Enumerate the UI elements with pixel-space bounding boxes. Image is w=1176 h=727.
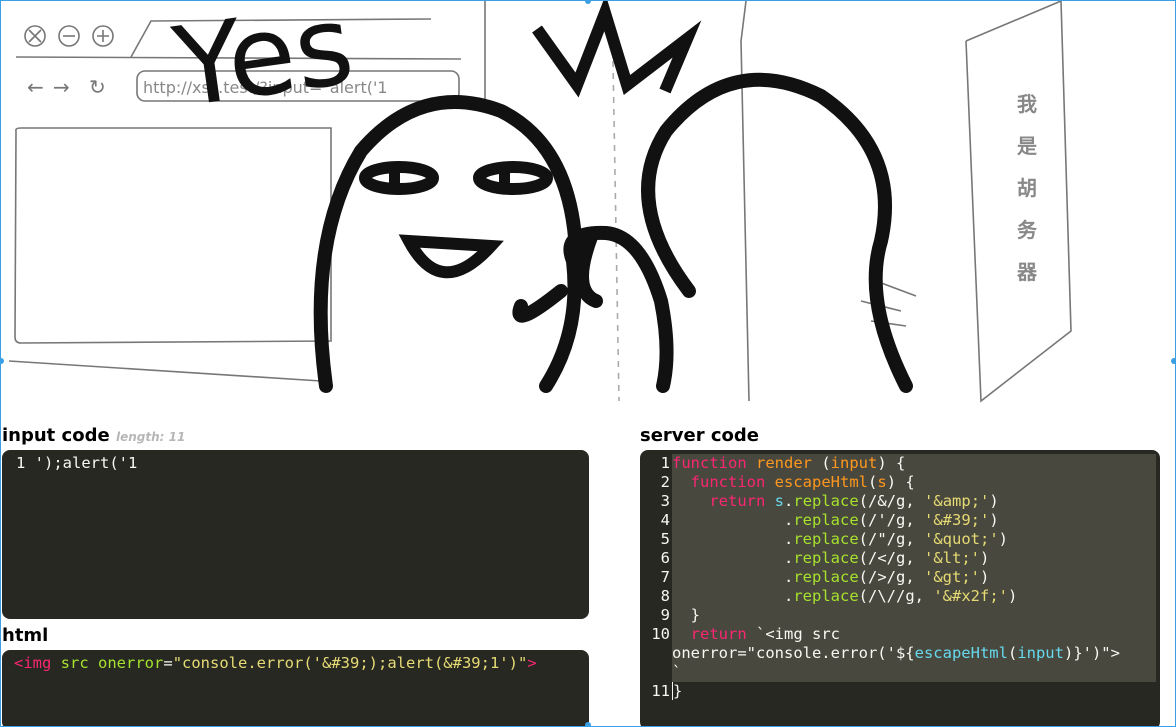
line-number: 2 <box>660 473 670 491</box>
code-line-8: .replace(/\//g, '&#x2f;') <box>672 587 1156 606</box>
left-character <box>313 95 583 393</box>
code-line-9: } <box>672 606 1156 625</box>
line-number: 8 <box>660 587 670 605</box>
input-code-title: input code <box>2 425 110 446</box>
line-number: 7 <box>660 568 670 586</box>
line-number: 10 <box>651 625 670 643</box>
code-line-1: function render (input) { <box>672 454 1156 473</box>
code-line-10: return `<img src <box>672 625 1156 644</box>
line-number-gutter: 1 2 3 4 5 6 7 8 9 10 11 <box>640 454 670 701</box>
server-code-body[interactable]: function render (input) { function escap… <box>672 454 1156 701</box>
tower-char: 器 <box>1016 260 1038 284</box>
forward-arrow-icon: → <box>53 75 70 99</box>
line-number <box>640 644 670 663</box>
code-line-4: .replace(/'/g, '&#39;') <box>672 511 1156 530</box>
line-number: 9 <box>660 606 670 624</box>
tower-char: 是 <box>1016 134 1037 158</box>
html-tag-close: > <box>527 654 537 672</box>
code-line-10-end: ` <box>672 663 1156 682</box>
right-character <box>641 72 913 393</box>
resize-handle[interactable] <box>1171 358 1175 364</box>
back-arrow-icon: ← <box>27 75 44 99</box>
server-code-editor[interactable]: 1 2 3 4 5 6 7 8 9 10 11 function render … <box>640 450 1160 726</box>
html-heading: html <box>2 625 49 646</box>
browser-sketch <box>8 1 1072 403</box>
tower-char: 我 <box>1017 92 1037 116</box>
line-number <box>640 663 670 682</box>
html-tag-open: <img <box>14 654 52 672</box>
length-hint: length: 11 <box>115 430 186 444</box>
html-attr-value: "console.error('&#39;);alert(&#39;1')" <box>172 654 528 672</box>
crown-icon <box>532 1 702 98</box>
line-number: 4 <box>660 511 670 529</box>
input-code-heading: input code length: 11 <box>2 425 185 446</box>
tower-label: 我 是 胡 务 器 <box>1016 92 1038 284</box>
code-line-7: .replace(/>/g, '&gt;') <box>672 568 1156 587</box>
input-code-editor[interactable]: 1 ');alert('1 <box>2 450 589 619</box>
line-number: 5 <box>660 530 670 548</box>
code-line-6: .replace(/</g, '&lt;') <box>672 549 1156 568</box>
line-number: 3 <box>660 492 670 510</box>
html-attr-src: src <box>60 654 89 672</box>
server-code-heading: server code <box>640 425 760 446</box>
code-line-2: function escapeHtml(s) { <box>672 473 1156 492</box>
input-code-line[interactable]: 1 ');alert('1 <box>2 450 589 473</box>
code-line-3: return s.replace(/&/g, '&amp;') <box>672 492 1156 511</box>
code-line-5: .replace(/"/g, '&quot;') <box>672 530 1156 549</box>
html-output-line[interactable]: <img src onerror="console.error('&#39;);… <box>2 650 589 673</box>
line-number: 11 <box>651 682 670 700</box>
html-attr-onerror: onerror <box>98 654 164 672</box>
html-equals: = <box>163 654 173 672</box>
code-line-10-wrap: onerror="console.error('${escapeHtml(inp… <box>672 644 1156 663</box>
line-number: 6 <box>660 549 670 567</box>
app-frame: ← → ↻ http://xss.test/?input="alert('1 我… <box>0 0 1176 727</box>
tower-char: 务 <box>1017 218 1038 242</box>
resize-handle[interactable] <box>585 722 591 726</box>
html-output-editor[interactable]: <img src onerror="console.error('&#39;);… <box>2 650 589 726</box>
code-line-11: } <box>672 682 683 700</box>
tower-char: 胡 <box>1017 176 1037 200</box>
comic-illustration: ← → ↻ http://xss.test/?input="alert('1 我… <box>8 1 1072 403</box>
line-number: 1 <box>660 454 670 472</box>
high-five-hands <box>539 225 674 393</box>
refresh-icon: ↻ <box>89 75 106 99</box>
yes-caption: Yes <box>166 1 361 132</box>
